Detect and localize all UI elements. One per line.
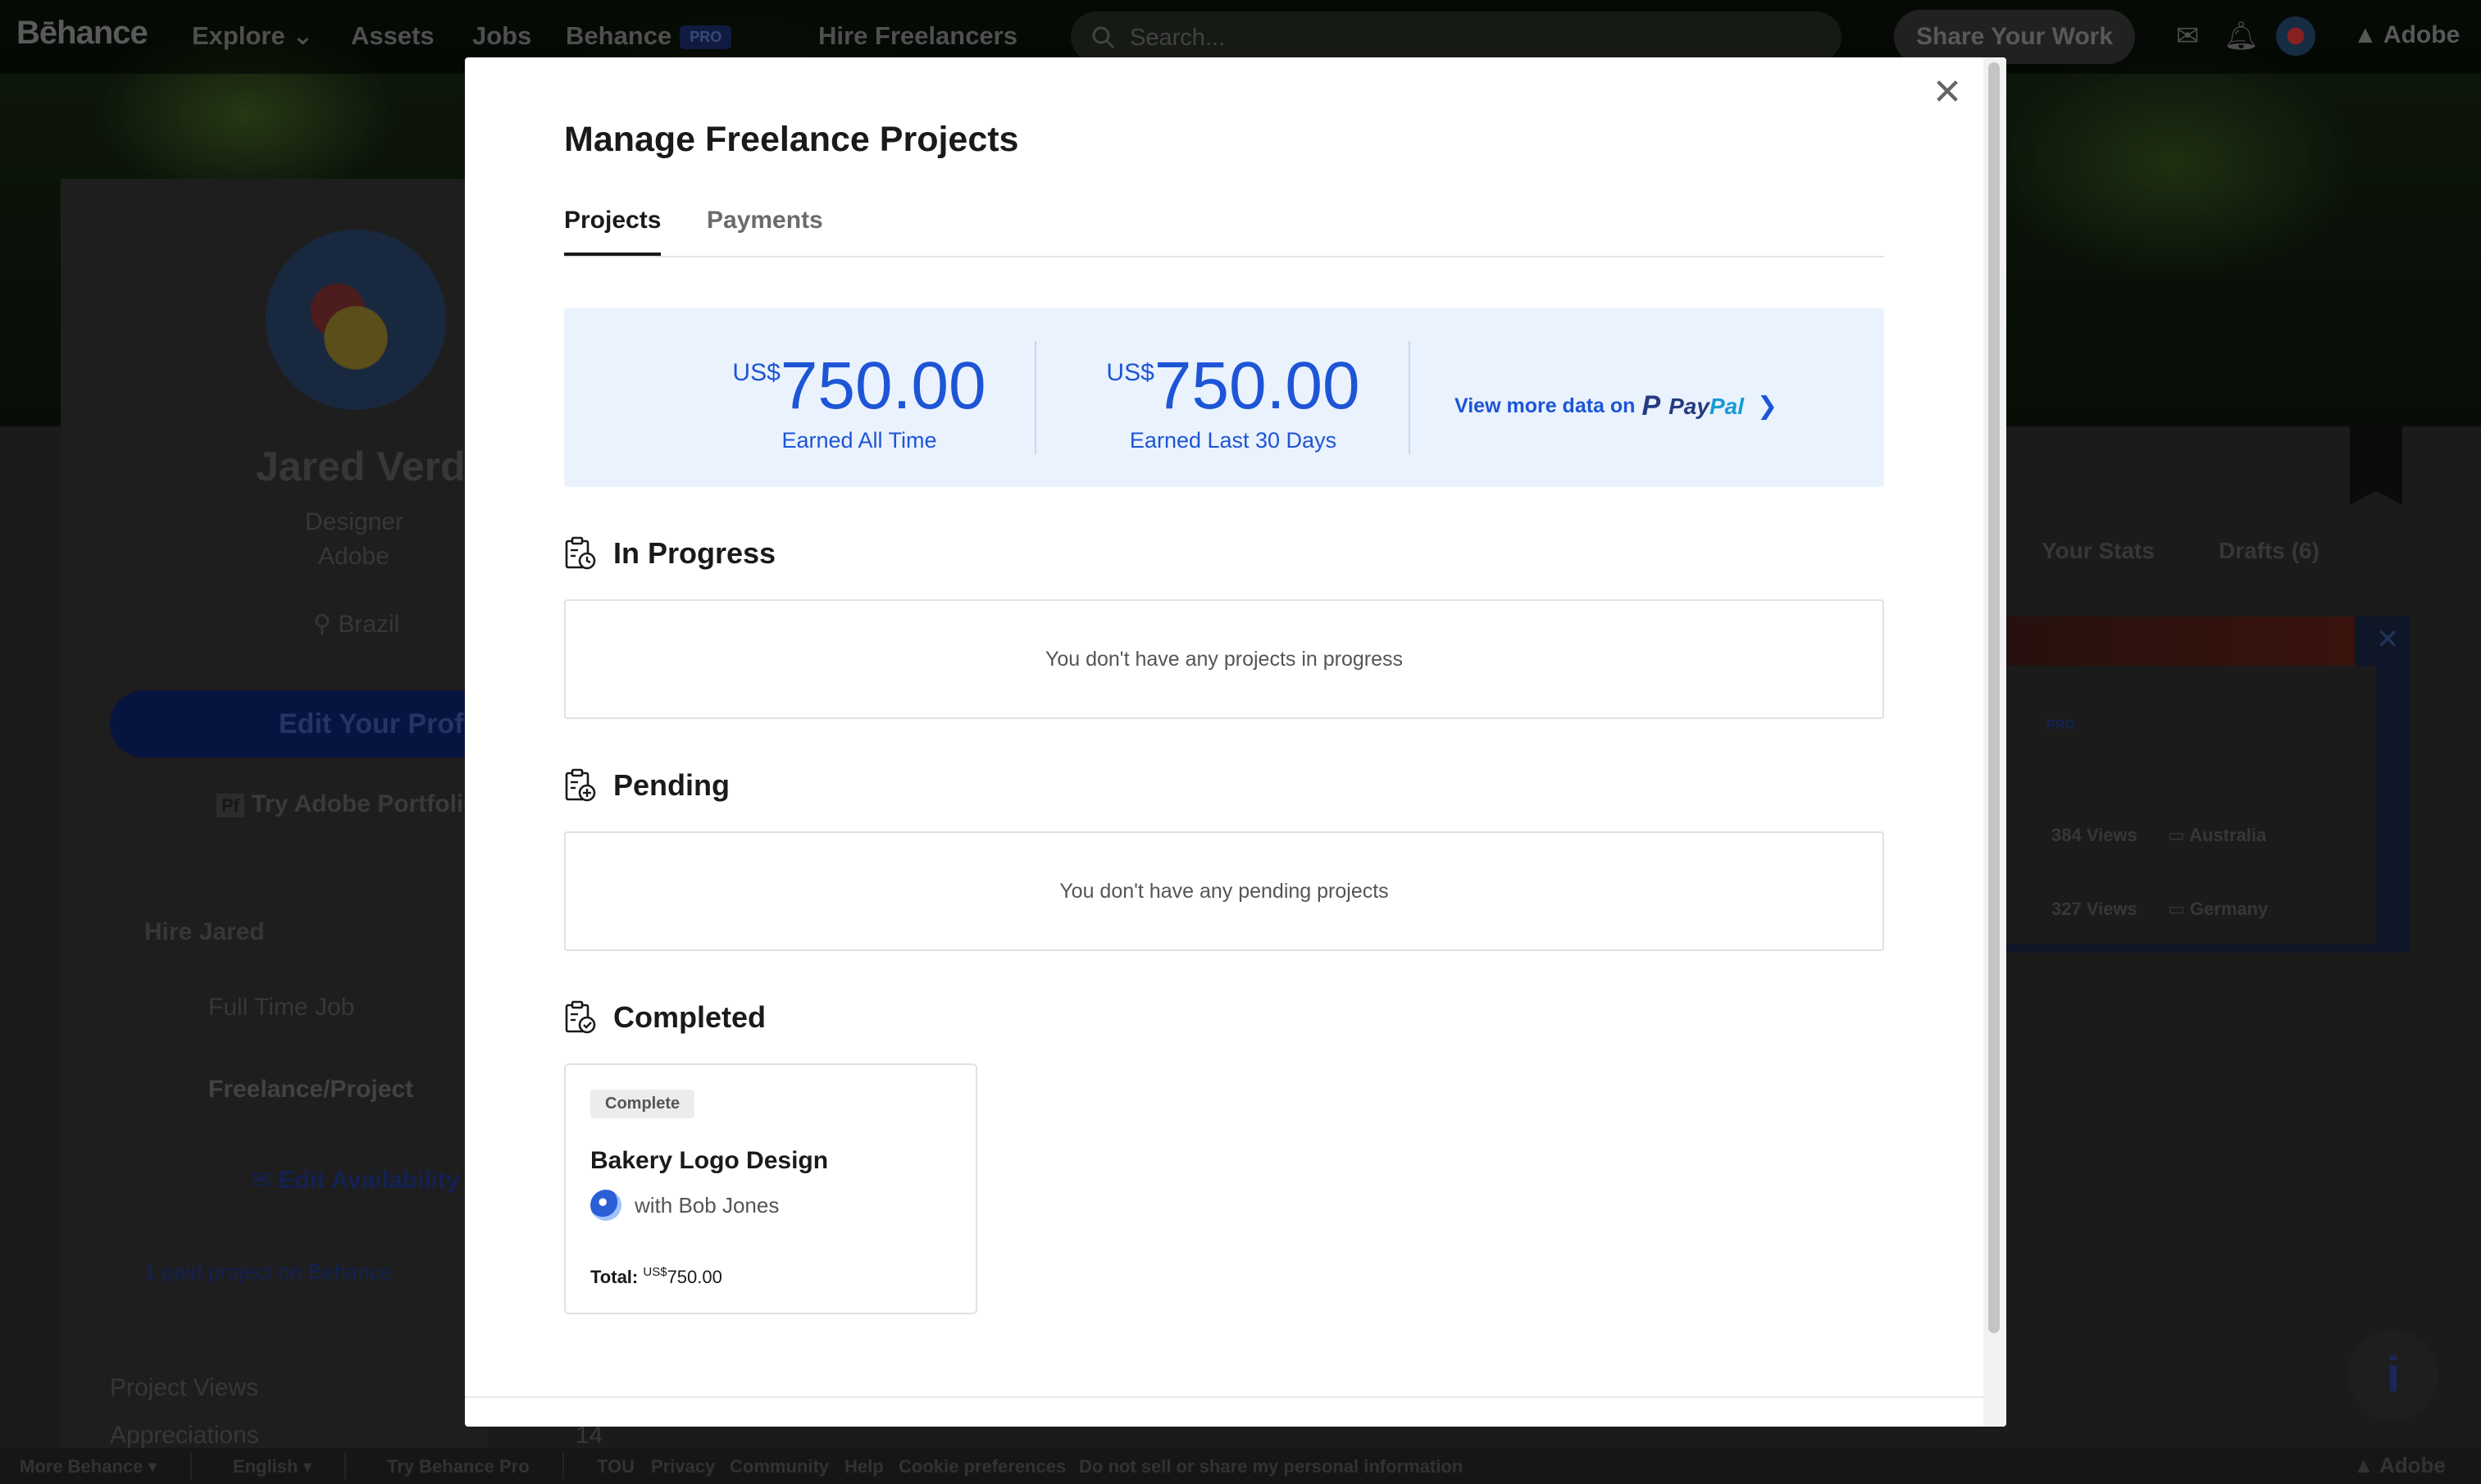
stat-value: 750.00	[1154, 348, 1360, 423]
stat-all-time: US$750.00 Earned All Time	[695, 308, 1023, 487]
paypal-link-text: View more data on	[1454, 394, 1636, 417]
stat-last-30-days: US$750.00 Earned Last 30 Days	[1069, 308, 1397, 487]
paypal-logo: PayPal	[1668, 393, 1744, 419]
modal-title: Manage Freelance Projects	[564, 120, 1019, 159]
tab-payments[interactable]: Payments	[707, 207, 823, 253]
clipboard-check-icon	[565, 1000, 596, 1034]
stat-value: 750.00	[780, 348, 986, 423]
project-name: Bakery Logo Design	[590, 1147, 829, 1174]
stat-currency: US$	[1106, 359, 1154, 386]
project-card[interactable]: Complete Bakery Logo Design with Bob Jon…	[564, 1063, 977, 1314]
project-total: Total: US$750.00	[590, 1265, 722, 1287]
in-progress-heading: In Progress	[564, 536, 776, 571]
scrollbar-thumb[interactable]	[1988, 62, 2000, 1333]
pending-empty: You don't have any pending projects	[564, 831, 1884, 951]
client-name: with Bob Jones	[635, 1192, 780, 1218]
stat-currency: US$	[732, 359, 781, 386]
project-client: with Bob Jones	[590, 1190, 779, 1221]
paypal-data-link[interactable]: View more data on P PayPal ❯	[1454, 390, 1778, 422]
completed-heading: Completed	[564, 1000, 766, 1035]
client-avatar	[590, 1190, 621, 1221]
clipboard-plus-icon	[565, 768, 596, 802]
stat-label: Earned All Time	[781, 428, 937, 453]
pending-heading: Pending	[564, 768, 730, 803]
stat-label: Earned Last 30 Days	[1129, 428, 1337, 453]
in-progress-empty: You don't have any projects in progress	[564, 599, 1884, 719]
close-icon[interactable]: ✕	[1927, 72, 1968, 113]
clipboard-clock-icon	[565, 536, 596, 570]
chevron-right-icon: ❯	[1756, 393, 1778, 420]
tab-projects[interactable]: Projects	[564, 207, 662, 256]
status-badge: Complete	[590, 1090, 695, 1118]
modal-tabs: Projects Payments	[564, 197, 1884, 257]
paypal-p-icon: P	[1641, 390, 1661, 421]
